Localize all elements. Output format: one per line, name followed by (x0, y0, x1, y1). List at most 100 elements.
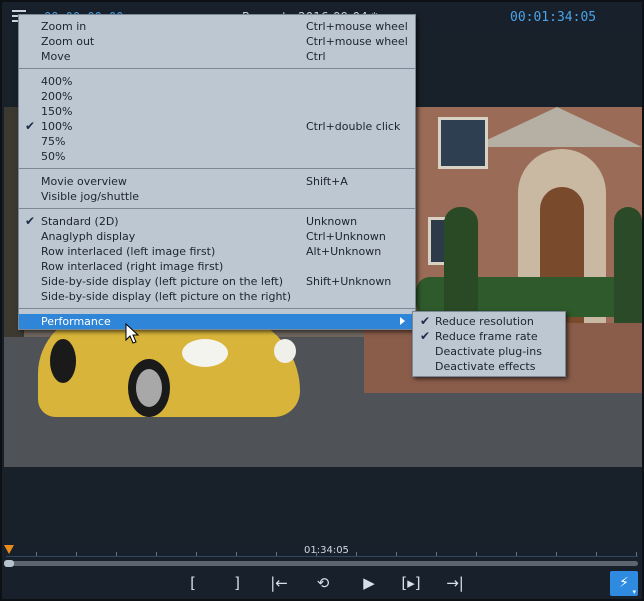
menu-item-label: Reduce resolution (435, 315, 534, 328)
menu-item-label: Row interlaced (right image first) (41, 260, 224, 273)
mouse-pointer-icon (125, 323, 140, 344)
transport-bar: [ ] |← ⟲ ▶ [▸] →| ⚡ ▾ (2, 568, 642, 599)
menu-item-label: Side-by-side display (left picture on th… (41, 275, 283, 288)
timeline-tick (596, 552, 597, 556)
menu-item-shortcut: Ctrl+double click (306, 120, 401, 133)
timeline-tick (236, 552, 237, 556)
menu-item-shortcut: Ctrl+mouse wheel (306, 20, 408, 33)
lightning-dropdown-icon[interactable]: ▾ (632, 588, 636, 596)
checkmark-icon: ✔ (25, 214, 36, 228)
timeline-tick (316, 552, 317, 556)
checkmark-icon: ✔ (25, 119, 36, 133)
timeline-tick (196, 552, 197, 556)
menu-item-shortcut: Shift+A (306, 175, 348, 188)
timeline-tick (76, 552, 77, 556)
menu-item-label: Zoom out (41, 35, 95, 48)
menu-item-shortcut: Ctrl+mouse wheel (306, 35, 408, 48)
timeline-tick (556, 552, 557, 556)
menu-item-zoom-200[interactable]: 200% (19, 89, 415, 104)
playhead-marker-icon[interactable] (4, 545, 14, 554)
checkmark-icon: ✔ (420, 329, 431, 343)
menu-item-label: Performance (41, 315, 111, 328)
menu-item-label: Deactivate effects (435, 360, 536, 373)
checkmark-icon: ✔ (420, 314, 431, 328)
menu-item-shortcut: Ctrl (306, 50, 326, 63)
menu-item-label: Movie overview (41, 175, 127, 188)
menu-item-label: 75% (41, 135, 66, 148)
menu-item-side-by-side-left[interactable]: Side-by-side display (left picture on th… (19, 274, 415, 289)
menu-separator (19, 308, 415, 309)
menu-item-zoom-in[interactable]: Zoom in Ctrl+mouse wheel (19, 19, 415, 34)
timeline-tick (636, 552, 637, 556)
timeline-tick (36, 552, 37, 556)
go-to-end-icon[interactable]: →| (442, 572, 468, 594)
menu-item-zoom-400[interactable]: 400% (19, 74, 415, 89)
timeline-position-label: 01:34:05 (304, 545, 349, 556)
menu-item-label: 50% (41, 150, 66, 163)
menu-item-zoom-75[interactable]: 75% (19, 134, 415, 149)
go-to-start-icon[interactable]: |← (266, 572, 292, 594)
menu-separator (19, 168, 415, 169)
context-menu: Zoom in Ctrl+mouse wheel Zoom out Ctrl+m… (18, 14, 416, 330)
menu-item-zoom-out[interactable]: Zoom out Ctrl+mouse wheel (19, 34, 415, 49)
next-marker-icon[interactable]: [▸] (398, 572, 424, 594)
submenu-item-deactivate-effects[interactable]: Deactivate effects (413, 359, 565, 374)
mark-in-button[interactable]: [ (180, 572, 206, 594)
menu-item-zoom-150[interactable]: 150% (19, 104, 415, 119)
play-icon[interactable]: ▶ (356, 572, 382, 594)
menu-item-zoom-100[interactable]: ✔ 100% Ctrl+double click (19, 119, 415, 134)
menu-item-label: Reduce frame rate (435, 330, 538, 343)
timeline-tick (156, 552, 157, 556)
submenu-item-reduce-frame-rate[interactable]: ✔ Reduce frame rate (413, 329, 565, 344)
chevron-right-icon (400, 317, 405, 325)
menu-item-label: Visible jog/shuttle (41, 190, 140, 203)
timeline-ruler (6, 556, 638, 557)
menu-item-zoom-50[interactable]: 50% (19, 149, 415, 164)
performance-submenu: ✔ Reduce resolution ✔ Reduce frame rate … (412, 311, 566, 377)
menu-item-move[interactable]: Move Ctrl (19, 49, 415, 64)
menu-item-label: Zoom in (41, 20, 87, 33)
menu-item-label: 100% (41, 120, 73, 133)
mark-out-button[interactable]: ] (224, 572, 250, 594)
scene-headlight (274, 339, 296, 363)
timecode-duration: 00:01:34:05 (510, 10, 597, 25)
menu-item-row-interlaced-right[interactable]: Row interlaced (right image first) (19, 259, 415, 274)
menu-item-shortcut: Ctrl+Unknown (306, 230, 386, 243)
menu-item-performance[interactable]: Performance (19, 314, 415, 329)
menu-item-label: 200% (41, 90, 73, 103)
lightning-icon[interactable]: ⚡ ▾ (610, 571, 638, 596)
menu-item-shortcut: Unknown (306, 215, 358, 228)
menu-item-shortcut: Alt+Unknown (306, 245, 382, 258)
timeline-tick (116, 552, 117, 556)
menu-item-jog-shuttle[interactable]: Visible jog/shuttle (19, 189, 415, 204)
scene-wheel (50, 339, 76, 383)
menu-item-standard-2d[interactable]: ✔ Standard (2D) Unknown (19, 214, 415, 229)
menu-item-anaglyph[interactable]: Anaglyph display Ctrl+Unknown (19, 229, 415, 244)
scene-headlight (182, 339, 228, 367)
menu-separator (19, 68, 415, 69)
timeline[interactable]: 01:34:05 (2, 542, 642, 568)
lightning-glyph: ⚡ (619, 575, 629, 591)
scene-window (438, 117, 488, 169)
menu-item-shortcut: Shift+Unknown (306, 275, 392, 288)
submenu-item-reduce-resolution[interactable]: ✔ Reduce resolution (413, 314, 565, 329)
menu-item-movie-overview[interactable]: Movie overview Shift+A (19, 174, 415, 189)
timeline-tick (436, 552, 437, 556)
scrub-handle[interactable] (4, 560, 14, 567)
menu-item-side-by-side-right[interactable]: Side-by-side display (left picture on th… (19, 289, 415, 304)
timeline-tick (476, 552, 477, 556)
menu-separator (19, 208, 415, 209)
timeline-tick (356, 552, 357, 556)
scrub-bar[interactable] (4, 560, 638, 567)
menu-item-label: Move (41, 50, 71, 63)
loop-icon[interactable]: ⟲ (310, 572, 336, 594)
submenu-item-deactivate-plugins[interactable]: Deactivate plug-ins (413, 344, 565, 359)
menu-item-row-interlaced-left[interactable]: Row interlaced (left image first) Alt+Un… (19, 244, 415, 259)
menu-item-label: Row interlaced (left image first) (41, 245, 216, 258)
menu-item-label: Deactivate plug-ins (435, 345, 542, 358)
timeline-tick (276, 552, 277, 556)
menu-item-label: Side-by-side display (left picture on th… (41, 290, 292, 303)
menu-item-label: 150% (41, 105, 73, 118)
scene-wheel (128, 359, 170, 417)
menu-item-label: Standard (2D) (41, 215, 119, 228)
